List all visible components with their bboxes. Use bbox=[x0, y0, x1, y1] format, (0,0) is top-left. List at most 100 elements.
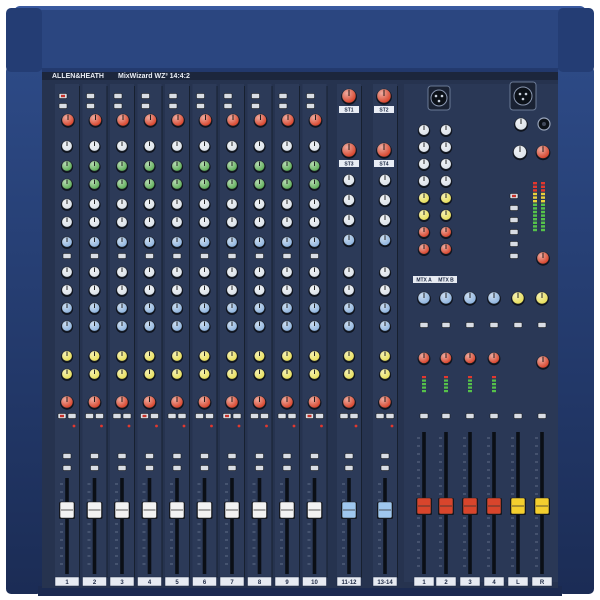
pan-knob[interactable] bbox=[225, 395, 239, 410]
aux-6-knob[interactable] bbox=[280, 368, 294, 381]
mic-48v-button[interactable] bbox=[306, 93, 315, 99]
aux-1-knob[interactable] bbox=[253, 266, 266, 279]
hm-freq-knob[interactable] bbox=[88, 160, 101, 173]
aux-3-knob[interactable] bbox=[60, 302, 74, 315]
routing-button[interactable] bbox=[172, 453, 182, 459]
group-pan-knob[interactable] bbox=[417, 352, 431, 366]
aux-1-knob[interactable] bbox=[378, 266, 392, 279]
mute-button[interactable] bbox=[222, 413, 232, 419]
aux-5-knob[interactable] bbox=[198, 350, 211, 363]
stereo-return-level-knob[interactable] bbox=[376, 142, 392, 159]
aux-4-knob[interactable] bbox=[308, 320, 321, 333]
gain-knob[interactable] bbox=[198, 113, 213, 128]
monitor-source-button[interactable] bbox=[509, 229, 519, 235]
hm-gain-knob[interactable] bbox=[198, 178, 211, 191]
gain-knob[interactable] bbox=[143, 113, 158, 128]
routing-button[interactable] bbox=[310, 453, 319, 459]
aux-6-knob[interactable] bbox=[60, 368, 74, 381]
lr-button[interactable] bbox=[255, 465, 264, 471]
mic-48v-button[interactable] bbox=[196, 93, 205, 99]
aux-pfl-button[interactable] bbox=[537, 322, 547, 328]
headphone-jack[interactable] bbox=[537, 117, 551, 131]
hf-eq-knob[interactable] bbox=[225, 140, 239, 153]
routing-button[interactable] bbox=[117, 453, 127, 459]
aux-3-knob[interactable] bbox=[170, 302, 184, 315]
aux-2-knob[interactable] bbox=[253, 284, 266, 297]
aux-3-knob[interactable] bbox=[280, 302, 294, 315]
lf-eq-knob[interactable] bbox=[225, 236, 239, 249]
lf-eq-knob[interactable] bbox=[280, 236, 294, 249]
aux-send-master-knob[interactable] bbox=[535, 291, 549, 306]
aux-4-knob[interactable] bbox=[253, 320, 266, 333]
hm-gain-knob[interactable] bbox=[115, 178, 129, 191]
master-xlr-socket[interactable] bbox=[509, 81, 537, 111]
mic-48v-button[interactable] bbox=[141, 93, 150, 99]
group-mute-button[interactable] bbox=[419, 413, 429, 419]
mute-button[interactable] bbox=[250, 413, 259, 419]
aux-pfl-button[interactable] bbox=[465, 322, 475, 328]
hm-freq-knob[interactable] bbox=[143, 160, 156, 173]
routing-button[interactable] bbox=[62, 453, 72, 459]
lm-freq-knob[interactable] bbox=[115, 198, 129, 211]
hm-freq-knob[interactable] bbox=[198, 160, 211, 173]
talkback-knob[interactable] bbox=[536, 251, 550, 266]
stereo-hm-knob[interactable] bbox=[342, 194, 356, 208]
mute-button[interactable] bbox=[57, 413, 67, 419]
aux-4-knob[interactable] bbox=[198, 320, 211, 333]
group-mute-button[interactable] bbox=[537, 413, 547, 419]
aux-master-knob[interactable] bbox=[439, 158, 453, 171]
aux-master-knob[interactable] bbox=[439, 141, 453, 154]
mute-button[interactable] bbox=[140, 413, 149, 419]
eq-in-button[interactable] bbox=[62, 253, 72, 259]
lf-eq-knob[interactable] bbox=[198, 236, 211, 249]
lr-button[interactable] bbox=[344, 465, 354, 471]
stereo-return-level-knob[interactable] bbox=[341, 142, 357, 159]
gain-knob[interactable] bbox=[226, 113, 240, 128]
group-mute-button[interactable] bbox=[465, 413, 475, 419]
lm-gain-knob[interactable] bbox=[88, 216, 101, 229]
monitor-source-button[interactable] bbox=[509, 193, 519, 199]
aux-2-knob[interactable] bbox=[342, 284, 356, 297]
eq-in-button[interactable] bbox=[200, 253, 209, 259]
aux-master-knob[interactable] bbox=[439, 243, 453, 256]
aux-master-knob[interactable] bbox=[439, 124, 453, 137]
mute-button[interactable] bbox=[167, 413, 177, 419]
lm-gain-knob[interactable] bbox=[198, 216, 211, 229]
aux-5-knob[interactable] bbox=[170, 350, 184, 363]
aux-5-knob[interactable] bbox=[253, 350, 266, 363]
hm-gain-knob[interactable] bbox=[60, 178, 74, 191]
group-mute-button[interactable] bbox=[513, 413, 523, 419]
mic-48v-button[interactable] bbox=[251, 93, 260, 99]
monitor-level-knob[interactable] bbox=[535, 145, 551, 161]
pan-knob[interactable] bbox=[378, 395, 392, 410]
aux-master-knob[interactable] bbox=[417, 226, 431, 239]
lm-freq-knob[interactable] bbox=[60, 198, 74, 211]
group-pan-knob[interactable] bbox=[439, 352, 453, 366]
mic-input-socket[interactable] bbox=[427, 85, 451, 111]
aux-3-knob[interactable] bbox=[378, 302, 392, 315]
lm-freq-knob[interactable] bbox=[198, 198, 211, 211]
hm-freq-knob[interactable] bbox=[308, 160, 321, 173]
aux-send-master-knob[interactable] bbox=[511, 291, 525, 306]
hf-eq-knob[interactable] bbox=[115, 140, 129, 153]
pan-knob[interactable] bbox=[170, 395, 184, 410]
pfl-button[interactable] bbox=[232, 413, 242, 419]
lf-eq-knob[interactable] bbox=[115, 236, 129, 249]
routing-button[interactable] bbox=[282, 453, 292, 459]
hm-gain-knob[interactable] bbox=[225, 178, 239, 191]
aux-1-knob[interactable] bbox=[170, 266, 184, 279]
mute-button[interactable] bbox=[339, 413, 349, 419]
hf-eq-knob[interactable] bbox=[198, 140, 211, 153]
pfl-button[interactable] bbox=[287, 413, 297, 419]
lf-eq-knob[interactable] bbox=[88, 236, 101, 249]
aux-6-knob[interactable] bbox=[115, 368, 129, 381]
stereo-hm-knob[interactable] bbox=[378, 194, 392, 208]
aux-4-knob[interactable] bbox=[170, 320, 184, 333]
aux-3-knob[interactable] bbox=[115, 302, 129, 315]
aux-2-knob[interactable] bbox=[88, 284, 101, 297]
lr-button[interactable] bbox=[282, 465, 292, 471]
eq-in-button[interactable] bbox=[145, 253, 154, 259]
aux-master-knob[interactable] bbox=[417, 175, 431, 188]
aux-2-knob[interactable] bbox=[60, 284, 74, 297]
group-mute-button[interactable] bbox=[441, 413, 451, 419]
